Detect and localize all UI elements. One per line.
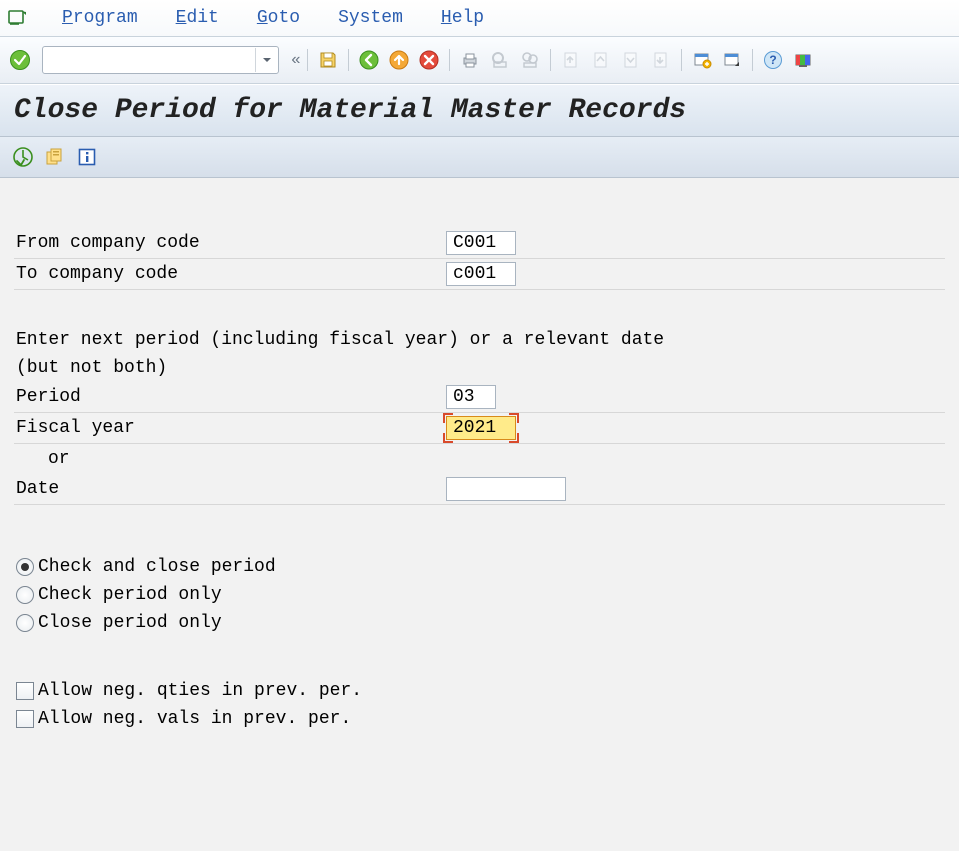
cancel-button[interactable] — [417, 48, 441, 72]
checkbox-label: Allow neg. vals in prev. per. — [38, 709, 351, 729]
back-button[interactable] — [357, 48, 381, 72]
mode-radio-group: Check and close period Check period only… — [14, 553, 945, 637]
to-company-code-label: To company code — [14, 264, 446, 284]
last-page-button[interactable] — [649, 48, 673, 72]
radio-check-and-close[interactable]: Check and close period — [14, 553, 945, 581]
date-row: Date — [14, 474, 945, 505]
checkbox-icon — [16, 710, 34, 728]
from-company-code-label: From company code — [14, 233, 446, 253]
radio-icon — [16, 558, 34, 576]
new-session-button[interactable] — [690, 48, 714, 72]
checkbox-icon — [16, 682, 34, 700]
radio-icon — [16, 586, 34, 604]
menu-program[interactable]: Program — [58, 6, 142, 30]
period-input[interactable] — [446, 385, 496, 409]
next-page-button[interactable] — [619, 48, 643, 72]
fiscal-year-label: Fiscal year — [14, 418, 446, 438]
generate-shortcut-button[interactable] — [720, 48, 744, 72]
menu-system[interactable]: System — [334, 6, 407, 30]
collapse-icon[interactable]: « — [291, 51, 297, 69]
command-input[interactable] — [43, 49, 255, 71]
fiscal-year-focus-indicator — [446, 416, 516, 440]
find-button[interactable] — [488, 48, 512, 72]
radio-label: Close period only — [38, 613, 222, 633]
command-field[interactable] — [42, 46, 279, 74]
variant-button[interactable] — [44, 146, 66, 168]
menu-edit[interactable]: Edit — [172, 6, 223, 30]
prev-page-button[interactable] — [589, 48, 613, 72]
checkbox-neg-qty[interactable]: Allow neg. qties in prev. per. — [14, 677, 945, 705]
radio-check-only[interactable]: Check period only — [14, 581, 945, 609]
find-next-button[interactable] — [518, 48, 542, 72]
standard-toolbar: « ? — [0, 37, 959, 84]
to-company-code-row: To company code — [14, 259, 945, 290]
checkbox-label: Allow neg. qties in prev. per. — [38, 681, 362, 701]
from-company-code-input[interactable] — [446, 231, 516, 255]
radio-label: Check period only — [38, 585, 222, 605]
enter-button[interactable] — [8, 48, 32, 72]
execute-button[interactable] — [12, 146, 34, 168]
radio-icon — [16, 614, 34, 632]
form-area: From company code To company code Enter … — [0, 178, 959, 747]
period-row: Period — [14, 382, 945, 413]
date-input[interactable] — [446, 477, 566, 501]
info-button[interactable] — [76, 146, 98, 168]
radio-close-only[interactable]: Close period only — [14, 609, 945, 637]
exit-button[interactable] — [387, 48, 411, 72]
instruction-text: Enter next period (including fiscal year… — [14, 326, 945, 382]
first-page-button[interactable] — [559, 48, 583, 72]
or-label: or — [14, 449, 478, 469]
menu-help[interactable]: Help — [437, 6, 488, 30]
help-button[interactable]: ? — [761, 48, 785, 72]
period-label: Period — [14, 387, 446, 407]
menu-bar: Program Edit Goto System Help — [0, 0, 959, 37]
date-label: Date — [14, 479, 446, 499]
save-button[interactable] — [316, 48, 340, 72]
page-title: Close Period for Material Master Records — [0, 84, 959, 137]
fiscal-year-input[interactable] — [446, 416, 516, 440]
application-toolbar — [0, 137, 959, 178]
from-company-code-row: From company code — [14, 228, 945, 259]
svg-text:?: ? — [769, 53, 776, 67]
menu-window-icon[interactable] — [6, 7, 28, 29]
fiscal-year-row: Fiscal year — [14, 413, 945, 444]
checkbox-group: Allow neg. qties in prev. per. Allow neg… — [14, 677, 945, 733]
layout-button[interactable] — [791, 48, 815, 72]
or-row: or — [14, 444, 945, 474]
to-company-code-input[interactable] — [446, 262, 516, 286]
print-button[interactable] — [458, 48, 482, 72]
checkbox-neg-val[interactable]: Allow neg. vals in prev. per. — [14, 705, 945, 733]
menu-goto[interactable]: Goto — [253, 6, 304, 30]
command-dropdown[interactable] — [255, 48, 278, 72]
radio-label: Check and close period — [38, 557, 276, 577]
